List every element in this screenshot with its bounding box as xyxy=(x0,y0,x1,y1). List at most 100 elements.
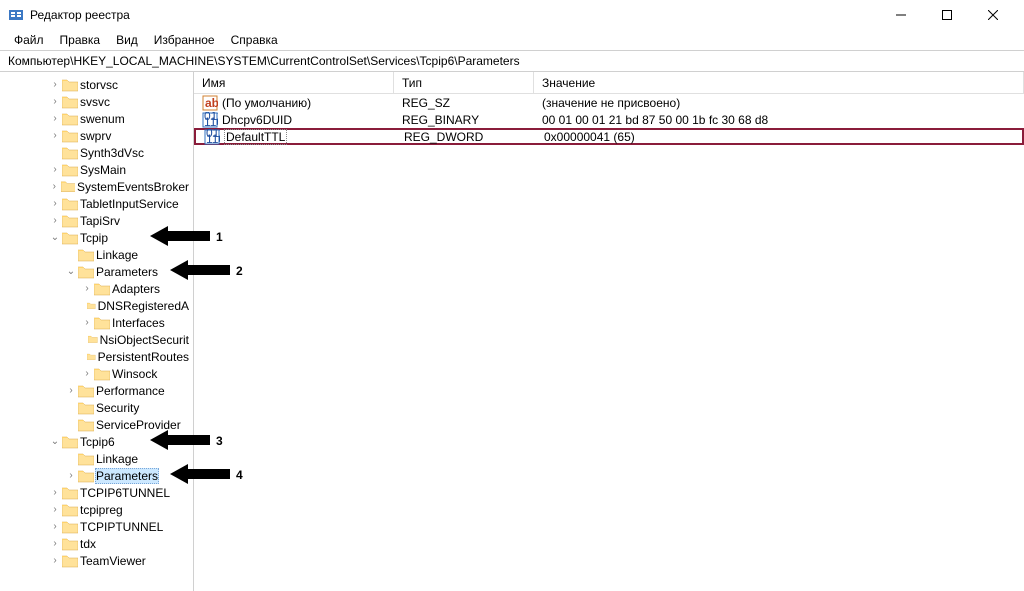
tree-label: Security xyxy=(96,401,139,415)
tree-node[interactable]: ›Winsock xyxy=(0,365,193,382)
tree-node[interactable]: DNSRegisteredA xyxy=(0,297,193,314)
column-name[interactable]: Имя xyxy=(194,72,394,93)
folder-icon xyxy=(88,333,97,347)
folder-icon xyxy=(62,163,78,177)
list-pane[interactable]: Имя Тип Значение ab(По умолчанию)REG_SZ(… xyxy=(194,72,1024,591)
tree-node[interactable]: PersistentRoutes xyxy=(0,348,193,365)
tree-node[interactable]: › storvsc xyxy=(0,76,193,93)
chevron-down-icon[interactable]: ⌄ xyxy=(64,266,78,277)
column-value[interactable]: Значение xyxy=(534,72,1024,93)
tree-node[interactable]: ›Adapters xyxy=(0,280,193,297)
chevron-right-icon[interactable]: › xyxy=(48,198,62,209)
tree-label: TapiSrv xyxy=(80,214,120,228)
tree-node[interactable]: › TCPIPTUNNEL xyxy=(0,518,193,535)
chevron-right-icon[interactable]: › xyxy=(48,487,62,498)
titlebar: Редактор реестра xyxy=(0,0,1024,30)
tree-label: swenum xyxy=(80,112,125,126)
tree-node[interactable]: › TapiSrv xyxy=(0,212,193,229)
registry-value-row[interactable]: 011110DefaultTTLREG_DWORD0x00000041 (65) xyxy=(194,128,1024,145)
chevron-right-icon[interactable]: › xyxy=(64,470,78,481)
tree-node[interactable]: › swprv xyxy=(0,127,193,144)
tree-node[interactable]: NsiObjectSecurit xyxy=(0,331,193,348)
tree-node[interactable]: ›Interfaces xyxy=(0,314,193,331)
tree-label: swprv xyxy=(80,129,111,143)
chevron-right-icon[interactable]: › xyxy=(48,521,62,532)
registry-value-row[interactable]: 011110Dhcpv6DUIDREG_BINARY00 01 00 01 21… xyxy=(194,111,1024,128)
chevron-right-icon[interactable]: › xyxy=(48,130,62,141)
tree-label: storvsc xyxy=(80,78,118,92)
list-header: Имя Тип Значение xyxy=(194,72,1024,94)
tree-label: SysMain xyxy=(80,163,126,177)
chevron-right-icon[interactable]: › xyxy=(48,96,62,107)
chevron-down-icon[interactable]: ⌄ xyxy=(48,436,62,447)
value-name: Dhcpv6DUID xyxy=(222,113,292,127)
chevron-right-icon[interactable]: › xyxy=(48,504,62,515)
tree-node[interactable]: ›Performance xyxy=(0,382,193,399)
tree-node[interactable]: ⌄Parameters xyxy=(0,263,193,280)
chevron-down-icon[interactable]: ⌄ xyxy=(48,232,62,243)
chevron-right-icon[interactable]: › xyxy=(48,113,62,124)
folder-icon xyxy=(62,129,78,143)
tree-node[interactable]: ›TeamViewer xyxy=(0,552,193,569)
maximize-button[interactable] xyxy=(924,0,970,30)
chevron-right-icon[interactable]: › xyxy=(80,317,94,328)
registry-value-row[interactable]: ab(По умолчанию)REG_SZ(значение не присв… xyxy=(194,94,1024,111)
chevron-right-icon[interactable]: › xyxy=(64,385,78,396)
tree-node[interactable]: › SysMain xyxy=(0,161,193,178)
folder-icon xyxy=(62,146,78,160)
tree-node[interactable]: ›TabletInputService xyxy=(0,195,193,212)
tree-node[interactable]: ›SystemEventsBroker xyxy=(0,178,193,195)
binary-value-icon: 011110 xyxy=(204,129,220,145)
tree-node[interactable]: Linkage xyxy=(0,450,193,467)
address-bar[interactable]: Компьютер\HKEY_LOCAL_MACHINE\SYSTEM\Curr… xyxy=(0,50,1024,72)
menu-favorites[interactable]: Избранное xyxy=(148,31,221,49)
tree-label: ServiceProvider xyxy=(96,418,181,432)
tree-node[interactable]: ›tcpipreg xyxy=(0,501,193,518)
tree-node[interactable]: ›tdx xyxy=(0,535,193,552)
value-type: REG_DWORD xyxy=(396,130,536,144)
binary-value-icon: 011110 xyxy=(202,112,218,128)
svg-text:ab: ab xyxy=(205,96,218,110)
column-type[interactable]: Тип xyxy=(394,72,534,93)
folder-icon xyxy=(62,537,78,551)
tree-label: Tcpip xyxy=(80,231,108,245)
tree-label: Linkage xyxy=(96,452,138,466)
chevron-right-icon[interactable]: › xyxy=(80,368,94,379)
tree-node[interactable]: ServiceProvider xyxy=(0,416,193,433)
folder-icon xyxy=(78,469,94,483)
close-button[interactable] xyxy=(970,0,1016,30)
tree-node[interactable]: ›svsvc xyxy=(0,93,193,110)
value-type: REG_BINARY xyxy=(394,113,534,127)
tree-node[interactable]: ›TCPIP6TUNNEL xyxy=(0,484,193,501)
folder-icon xyxy=(62,214,78,228)
tree-pane[interactable]: ›storvsc›svsvc›swenum›swprvSynth3dVsc›Sy… xyxy=(0,72,194,591)
tree-node[interactable]: › swenum xyxy=(0,110,193,127)
minimize-button[interactable] xyxy=(878,0,924,30)
tree-node[interactable]: Synth3dVsc xyxy=(0,144,193,161)
chevron-right-icon[interactable]: › xyxy=(48,164,62,175)
chevron-right-icon[interactable]: › xyxy=(48,181,61,192)
tree-node[interactable]: Linkage xyxy=(0,246,193,263)
chevron-right-icon[interactable]: › xyxy=(48,215,62,226)
menu-edit[interactable]: Правка xyxy=(54,31,107,49)
tree-node[interactable]: ⌄ Tcpip xyxy=(0,229,193,246)
svg-text:110: 110 xyxy=(206,132,220,145)
chevron-right-icon[interactable]: › xyxy=(80,283,94,294)
tree-label: Linkage xyxy=(96,248,138,262)
tree-node[interactable]: › Parameters xyxy=(0,467,193,484)
tree-node[interactable]: Security xyxy=(0,399,193,416)
menu-help[interactable]: Справка xyxy=(225,31,284,49)
chevron-right-icon[interactable]: › xyxy=(48,538,62,549)
folder-icon xyxy=(78,384,94,398)
menu-view[interactable]: Вид xyxy=(110,31,144,49)
tree-label: TCPIPTUNNEL xyxy=(80,520,163,534)
chevron-right-icon[interactable]: › xyxy=(48,555,62,566)
tree-label: DNSRegisteredA xyxy=(98,299,189,313)
folder-icon xyxy=(62,231,78,245)
folder-icon xyxy=(62,95,78,109)
tree-node[interactable]: ⌄Tcpip6 xyxy=(0,433,193,450)
folder-icon xyxy=(87,299,95,313)
tree-label: Parameters xyxy=(95,468,159,484)
chevron-right-icon[interactable]: › xyxy=(48,79,62,90)
menu-file[interactable]: Файл xyxy=(8,31,50,49)
